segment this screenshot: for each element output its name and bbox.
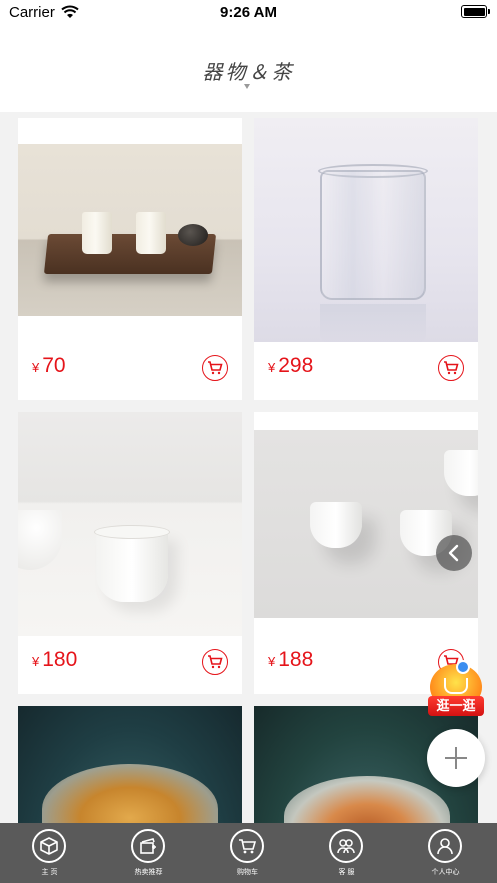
tea-glass-shape [42,764,218,823]
status-bar: Carrier 9:26 AM [0,0,497,26]
browse-shop-label: 逛一逛 [428,696,484,716]
caret-down-icon[interactable] [244,84,250,89]
tab-label: 热卖推荐 [134,869,163,876]
cart-icon [208,655,223,669]
bag-icon [444,678,468,694]
glass-reflection-shape [320,304,426,342]
teacup-shape [96,530,168,602]
box-icon [32,829,66,863]
tab-hot-sale[interactable]: 热卖推荐 [99,823,198,883]
product-price: ¥188 [268,648,314,671]
product-card[interactable]: ¥180 [18,412,242,694]
cup-shape [82,212,112,254]
add-to-cart-button[interactable] [202,355,228,381]
browse-shop-button[interactable]: 逛一逛 [426,660,486,718]
cart-icon [208,361,223,375]
product-price: ¥298 [268,354,314,377]
product-image[interactable] [18,144,242,316]
tab-label: 个人中心 [431,869,460,876]
price-row: ¥180 [18,634,242,692]
tea-glass-shape [284,776,450,823]
person-icon [428,829,462,863]
stone-shape [178,224,208,246]
add-button[interactable] [427,729,485,787]
cup-shape [136,212,166,254]
glass-shape [320,170,426,300]
tab-cart[interactable]: 购物车 [198,823,297,883]
cart-icon [444,361,459,375]
bowl-shape [18,510,62,570]
product-card[interactable] [18,706,242,823]
price-row: ¥70 [18,340,242,398]
status-time: 9:26 AM [220,4,277,21]
chevron-left-icon [448,544,459,562]
tab-service[interactable]: 客 服 [297,823,396,883]
tab-home[interactable]: 主 页 [0,823,99,883]
tab-bar: 主 页 热卖推荐 购物车 客 服 个人中心 [0,823,497,883]
product-image[interactable] [254,118,478,342]
product-card[interactable]: ¥70 [18,118,242,400]
product-card[interactable]: ¥298 [254,118,478,400]
cart-icon [230,829,264,863]
add-to-cart-button[interactable] [202,649,228,675]
back-button[interactable] [436,535,472,571]
product-price: ¥70 [32,354,66,377]
tab-label: 主 页 [41,869,58,876]
service-icon [329,829,363,863]
tab-label: 购物车 [237,869,258,876]
notification-dot-icon [456,660,470,674]
price-row: ¥298 [254,340,478,398]
product-price: ¥180 [32,648,78,671]
product-image[interactable] [254,430,478,618]
product-image[interactable] [18,412,242,636]
page-header: 器物＆茶 [0,26,497,112]
page-title[interactable]: 器物＆茶 [0,56,497,85]
cup-shape [444,450,478,496]
product-grid[interactable]: ¥70 ¥298 ¥180 ¥ 188 [0,112,497,823]
teacup-rim-shape [94,525,170,539]
cup-shape [310,502,362,548]
tab-profile[interactable]: 个人中心 [396,823,495,883]
add-to-cart-button[interactable] [438,355,464,381]
battery-icon [461,5,490,18]
product-image[interactable] [18,706,242,823]
hot-sale-icon [131,829,165,863]
tab-label: 客 服 [338,869,355,876]
